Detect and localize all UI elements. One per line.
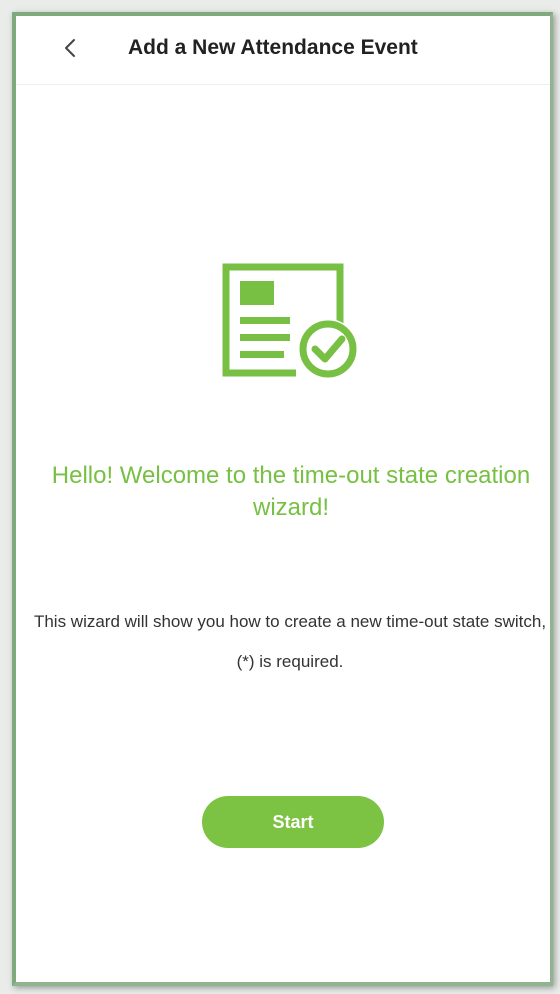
app-screen: Add a New Attendance Event Hello! Welcom… [12, 12, 553, 986]
document-check-icon [222, 263, 358, 379]
back-button[interactable] [52, 30, 88, 66]
start-button[interactable]: Start [202, 796, 384, 848]
wizard-description: This wizard will show you how to create … [33, 612, 547, 671]
page-title: Add a New Attendance Event [128, 36, 418, 59]
chevron-left-icon [65, 39, 75, 57]
welcome-heading: Hello! Welcome to the time-out state cre… [51, 462, 531, 521]
header-bar: Add a New Attendance Event [16, 16, 550, 85]
